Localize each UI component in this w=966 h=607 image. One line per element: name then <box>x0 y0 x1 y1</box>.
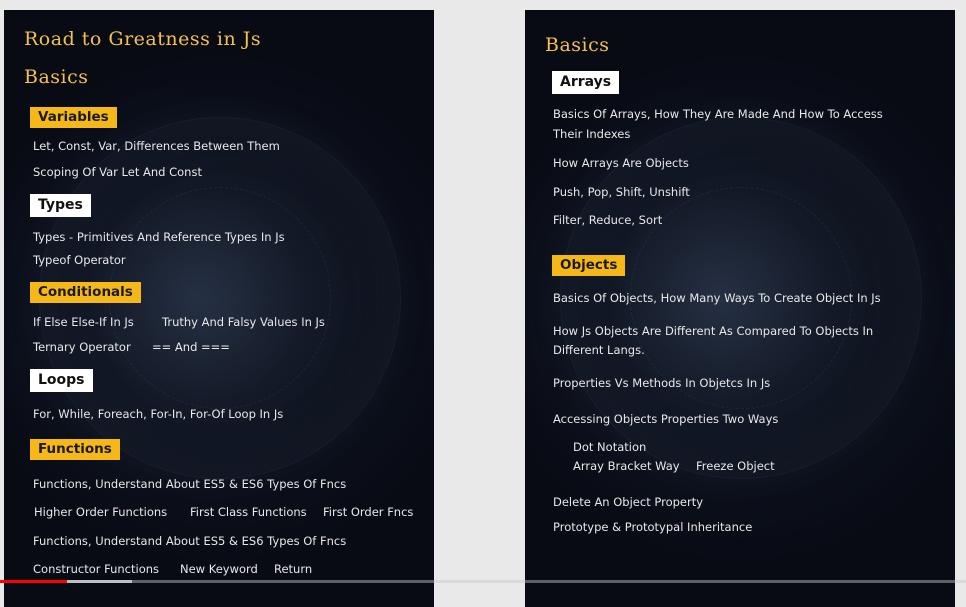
tag-conditionals: Conditionals <box>30 282 141 303</box>
section-title-basics: Basics <box>24 66 89 88</box>
list-item: Typeof Operator <box>33 253 126 267</box>
list-item: Delete An Object Property <box>553 495 704 509</box>
list-item: Let, Const, Var, Differences Between The… <box>33 139 280 153</box>
right-slide-panel: Basics Arrays Basics Of Arrays, How They… <box>525 10 955 607</box>
list-item: Properties Vs Methods In Objetcs In Js <box>553 376 771 390</box>
list-item: Higher Order Functions <box>34 505 168 519</box>
list-item: Scoping Of Var Let And Const <box>33 165 202 179</box>
left-slide-panel: Road to Greatness in Js Basics Variables… <box>4 10 434 607</box>
section-title-basics: Basics <box>545 34 610 56</box>
list-item: Types - Primitives And Reference Types I… <box>33 230 285 244</box>
list-item: Constructor Functions <box>33 562 160 576</box>
tag-objects: Objects <box>552 255 626 276</box>
list-item: Return <box>274 562 313 576</box>
list-item: Ternary Operator <box>33 340 131 354</box>
tag-functions: Functions <box>30 439 120 460</box>
list-item: Dot Notation <box>573 440 647 454</box>
list-item: Push, Pop, Shift, Unshift <box>553 185 690 199</box>
list-item: Basics Of Arrays, How They Are Made And … <box>553 107 883 121</box>
list-item: Truthy And Falsy Values In Js <box>162 315 325 329</box>
video-progress-bar[interactable] <box>0 580 966 583</box>
list-item: For, While, Foreach, For-In, For-Of Loop… <box>33 407 284 421</box>
list-item: Freeze Object <box>696 459 775 473</box>
tag-arrays: Arrays <box>552 71 620 94</box>
list-item: New Keyword <box>180 562 258 576</box>
list-item: First Order Fncs <box>323 505 414 519</box>
list-item: Their Indexes <box>553 127 631 141</box>
played-bar <box>0 580 67 583</box>
list-item: Functions, Understand About ES5 & ES6 Ty… <box>33 534 347 548</box>
list-item: Different Langs. <box>553 343 645 357</box>
list-item: How Js Objects Are Different As Compared… <box>553 324 874 338</box>
list-item: Basics Of Objects, How Many Ways To Crea… <box>553 291 881 305</box>
list-item: First Class Functions <box>190 505 307 519</box>
list-item: Accessing Objects Properties Two Ways <box>553 412 779 426</box>
list-item: Prototype & Prototypal Inheritance <box>553 520 753 534</box>
list-item: If Else Else-If In Js <box>33 315 134 329</box>
buffered-bar <box>66 580 133 583</box>
tag-variables: Variables <box>30 107 117 128</box>
list-item: Filter, Reduce, Sort <box>553 213 663 227</box>
main-title: Road to Greatness in Js <box>24 28 262 50</box>
list-item: Array Bracket Way <box>573 459 680 473</box>
list-item: == And === <box>152 340 230 354</box>
list-item: How Arrays Are Objects <box>553 156 689 170</box>
tag-types: Types <box>30 194 91 217</box>
list-item: Functions, Understand About ES5 & ES6 Ty… <box>33 477 347 491</box>
tag-loops: Loops <box>30 369 93 392</box>
